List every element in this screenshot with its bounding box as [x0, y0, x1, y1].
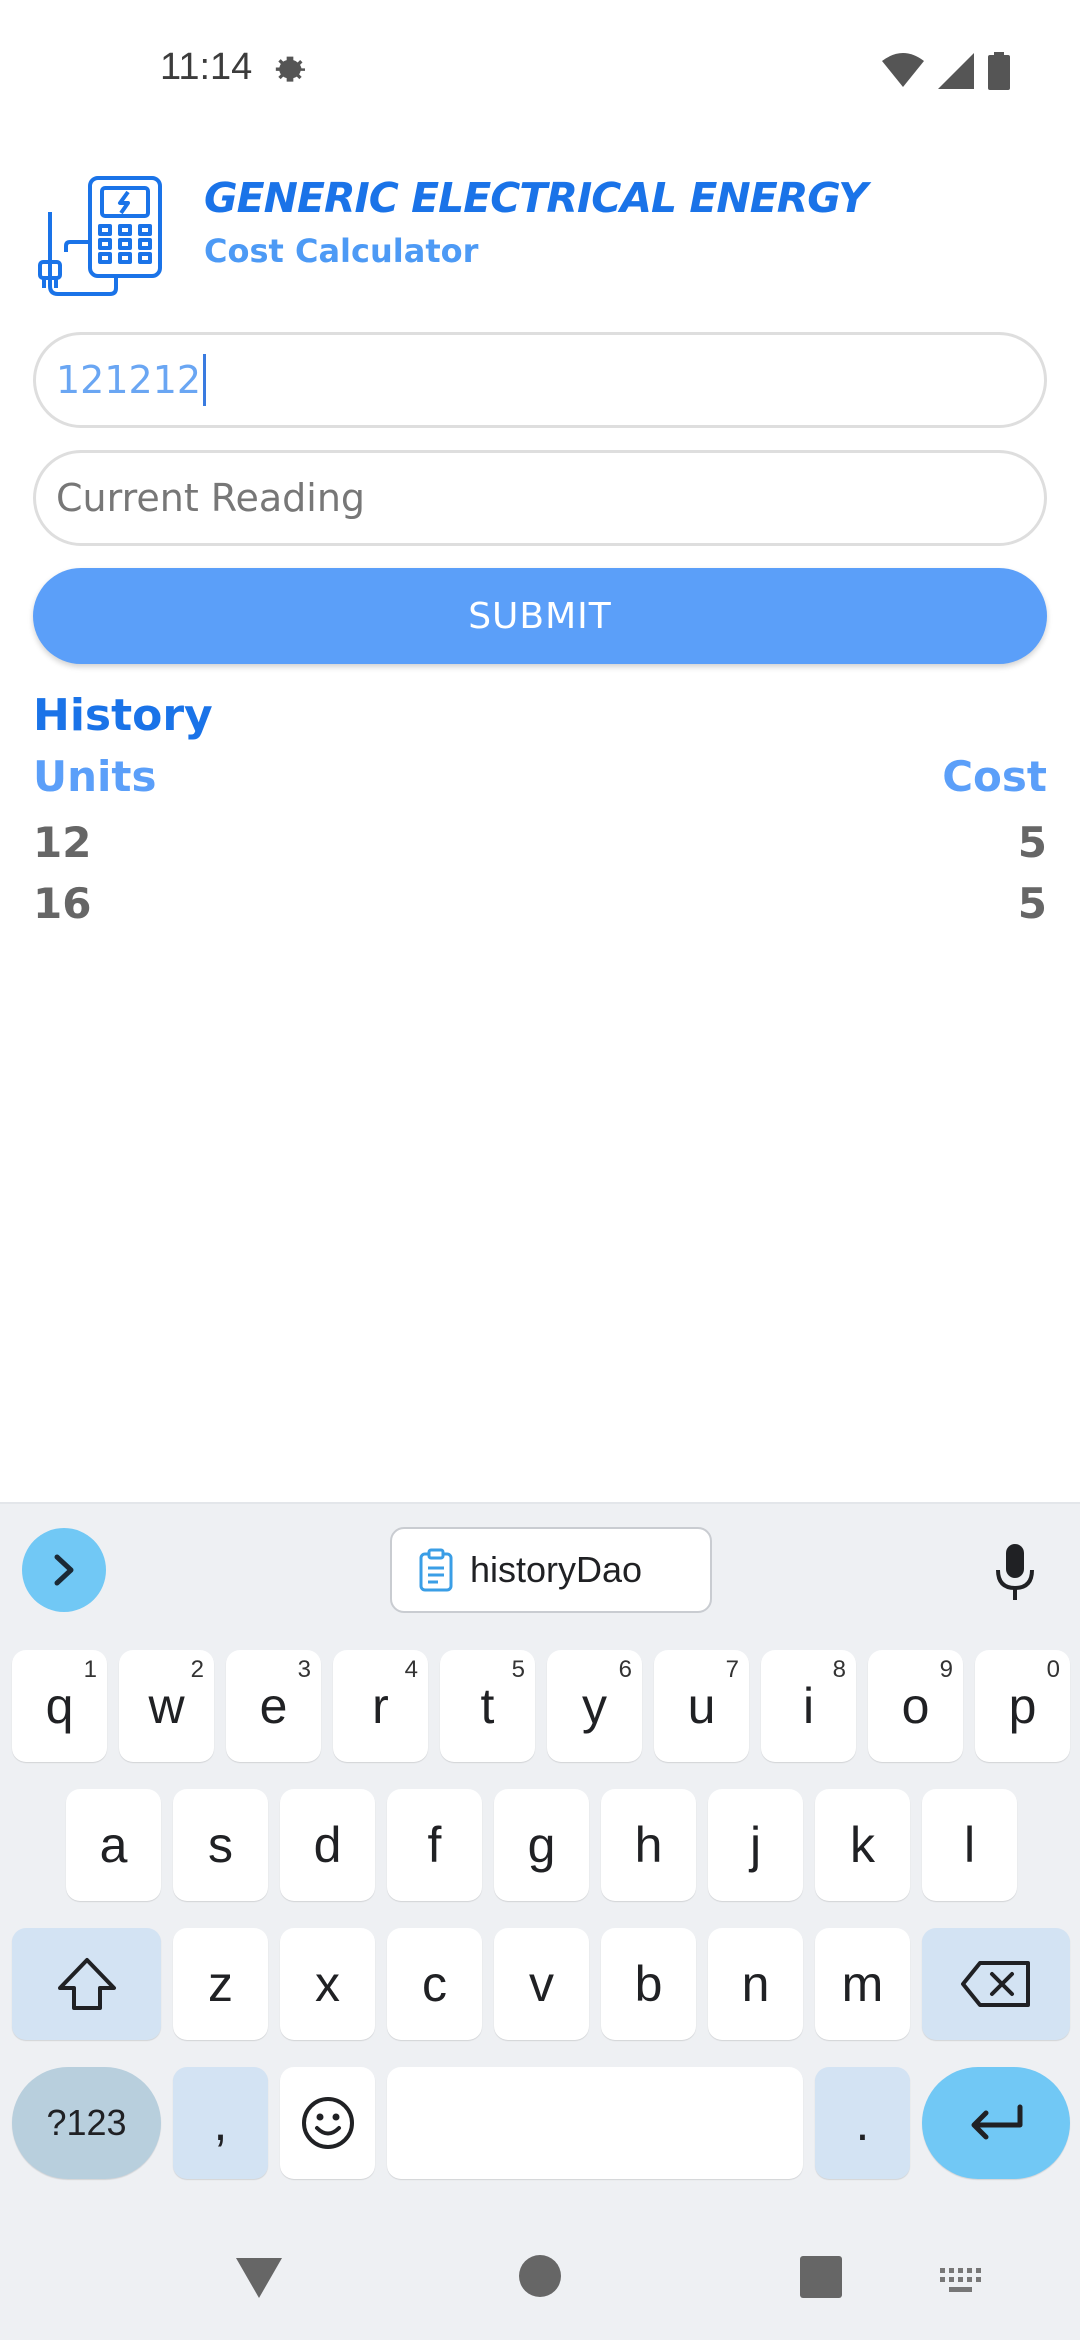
key-w[interactable]: w2 — [119, 1650, 214, 1762]
recents-icon[interactable] — [800, 2256, 842, 2298]
home-icon[interactable] — [518, 2254, 562, 2298]
period-key[interactable]: . — [815, 2067, 910, 2179]
history-units: 12 — [33, 818, 92, 867]
key-e[interactable]: e3 — [226, 1650, 321, 1762]
key-m[interactable]: m — [815, 1928, 910, 2040]
key-k[interactable]: k — [815, 1789, 910, 1901]
signal-icon — [938, 53, 974, 89]
current-reading-input[interactable]: Current Reading — [33, 450, 1047, 546]
key-l[interactable]: l — [922, 1789, 1017, 1901]
key-t[interactable]: t5 — [440, 1650, 535, 1762]
back-icon[interactable] — [234, 2256, 284, 2300]
status-time: 11:14 — [160, 46, 253, 88]
history-title: History — [33, 690, 213, 741]
clipboard-suggestion[interactable]: historyDao — [390, 1527, 712, 1613]
key-o[interactable]: o9 — [868, 1650, 963, 1762]
clipboard-icon — [419, 1548, 453, 1592]
history-list: 12 5 16 5 — [33, 812, 1047, 934]
key-x[interactable]: x — [280, 1928, 375, 2040]
brand-title: GENERIC ELECTRICAL ENERGY — [204, 174, 868, 222]
chevron-right-icon — [54, 1554, 74, 1586]
backspace-key[interactable] — [922, 1928, 1070, 2040]
shift-key[interactable] — [12, 1928, 161, 2040]
key-n[interactable]: n — [708, 1928, 803, 2040]
emoji-icon — [301, 2097, 354, 2149]
key-j[interactable]: j — [708, 1789, 803, 1901]
key-r[interactable]: r4 — [333, 1650, 428, 1762]
keyboard-expand-button[interactable] — [22, 1528, 106, 1612]
cost-column-header: Cost — [942, 752, 1047, 801]
status-icons — [882, 52, 1010, 90]
enter-key[interactable] — [922, 2067, 1070, 2179]
current-reading-placeholder: Current Reading — [56, 476, 366, 520]
space-key[interactable] — [387, 2067, 803, 2179]
shift-icon — [57, 1958, 116, 2010]
settings-icon — [275, 56, 305, 82]
backspace-icon — [961, 1961, 1030, 2007]
key-s[interactable]: s — [173, 1789, 268, 1901]
key-d[interactable]: d — [280, 1789, 375, 1901]
keyboard-switch-icon[interactable] — [940, 2268, 984, 2294]
clipboard-text: historyDao — [470, 1549, 643, 1590]
soft-keyboard: historyDao q1 w2 e3 r4 t5 y6 u7 i8 o9 p0… — [0, 1502, 1080, 2340]
key-a[interactable]: a — [66, 1789, 161, 1901]
previous-reading-value: 121212 — [56, 358, 202, 402]
key-c[interactable]: c — [387, 1928, 482, 2040]
app-header: GENERIC ELECTRICAL ENERGY Cost Calculato… — [36, 172, 1046, 312]
key-v[interactable]: v — [494, 1928, 589, 2040]
key-p[interactable]: p0 — [975, 1650, 1070, 1762]
history-units: 16 — [33, 879, 92, 928]
text-cursor — [203, 354, 207, 406]
key-q[interactable]: q1 — [12, 1650, 107, 1762]
status-bar: 11:14 — [0, 0, 1080, 140]
microphone-icon[interactable] — [990, 1542, 1040, 1602]
key-b[interactable]: b — [601, 1928, 696, 2040]
key-u[interactable]: u7 — [654, 1650, 749, 1762]
battery-icon — [988, 52, 1010, 90]
wifi-icon — [882, 53, 924, 87]
emoji-key[interactable] — [280, 2067, 375, 2179]
history-row: 12 5 — [33, 812, 1047, 873]
key-h[interactable]: h — [601, 1789, 696, 1901]
keyboard-toolbar: historyDao — [0, 1504, 1080, 1634]
brand-subtitle: Cost Calculator — [204, 232, 479, 270]
previous-reading-input[interactable]: 121212 — [33, 332, 1047, 428]
history-header: Units Cost — [33, 752, 1047, 801]
electric-meter-icon — [38, 176, 162, 296]
key-z[interactable]: z — [173, 1928, 268, 2040]
key-i[interactable]: i8 — [761, 1650, 856, 1762]
key-f[interactable]: f — [387, 1789, 482, 1901]
comma-key[interactable]: , — [173, 2067, 268, 2179]
enter-icon — [971, 2104, 1023, 2140]
submit-button[interactable]: SUBMIT — [33, 568, 1047, 664]
history-row: 16 5 — [33, 873, 1047, 934]
history-cost: 5 — [1017, 879, 1047, 928]
key-y[interactable]: y6 — [547, 1650, 642, 1762]
units-column-header: Units — [33, 752, 157, 801]
history-cost: 5 — [1017, 818, 1047, 867]
navigation-bar — [0, 2220, 1080, 2340]
key-g[interactable]: g — [494, 1789, 589, 1901]
symbols-key[interactable]: ?123 — [12, 2067, 161, 2179]
